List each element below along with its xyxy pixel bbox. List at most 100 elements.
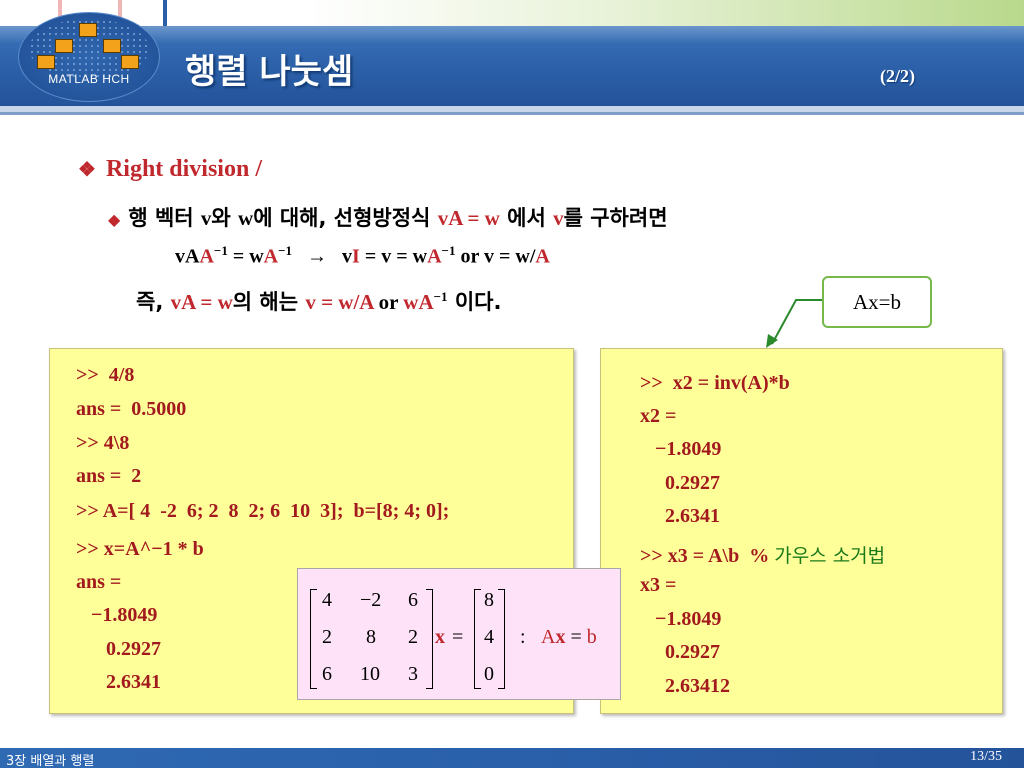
code-line: >> x=A^−1 * b: [76, 538, 204, 560]
slide-title: 행렬 나눗셈: [185, 52, 354, 92]
math-part: or v = w/: [455, 245, 536, 268]
diamond-bullet-icon: ❖: [78, 159, 96, 181]
slide-footer: 3장 배열과 행렬 13/35: [0, 748, 1024, 769]
conclusion-line: 즉, vA = w의 해는 v = w/A or wA−1 이다.: [136, 286, 501, 316]
main-bullet: ❖ Right division /: [78, 156, 262, 183]
superscript: −1: [213, 243, 228, 258]
matrix-cell: 8: [366, 626, 376, 648]
code-line: ans = 2: [76, 465, 142, 487]
matrix-bracket-right: [426, 589, 433, 689]
conclusion-text: 의 해는: [232, 290, 306, 314]
x-vector-label: x: [435, 626, 445, 648]
matlab-logo: MATLAB HCH: [18, 12, 160, 102]
var-v: v: [200, 206, 212, 230]
math-part: A: [427, 245, 442, 268]
main-bullet-text: Right division /: [105, 156, 262, 182]
sub-bullet-text: 를 구하려면: [563, 206, 668, 230]
code-line: 2.6341: [640, 505, 720, 527]
conclusion-text: or: [373, 290, 404, 314]
axb-b: b: [586, 626, 597, 648]
code-line: −1.8049: [640, 438, 722, 460]
conclusion-text: 이다.: [447, 290, 502, 314]
math-part: = v = w: [359, 245, 428, 268]
vector-bracket-right: [498, 589, 505, 689]
code-line: x3 =: [640, 574, 677, 596]
code-line: 0.2927: [640, 641, 720, 663]
code-line: −1.8049: [640, 608, 722, 630]
code-line: >> x3 = A\b % 가우스 소거법: [640, 541, 885, 568]
code-line: 0.2927: [76, 638, 161, 660]
logo-text: MATLAB HCH: [48, 72, 130, 86]
matrix-cell: 10: [360, 663, 380, 685]
axb-A: A: [541, 626, 556, 648]
axb-expression: Ax = b: [541, 626, 597, 649]
superscript: −1: [441, 243, 456, 258]
top-decoration-strip: [0, 0, 1024, 26]
matrix-cell: 2: [322, 626, 332, 648]
matrix-cell: 6: [408, 589, 418, 611]
code-line: >> x2 = inv(A)*b: [640, 372, 790, 394]
equation: wA: [403, 290, 434, 314]
math-part: vA: [175, 245, 200, 268]
conclusion-text: 즉,: [136, 290, 171, 314]
vector-cell: 0: [484, 663, 494, 685]
axb-eq: =: [565, 626, 587, 648]
diamond-icon: ◆: [108, 210, 121, 229]
math-part: A: [535, 245, 550, 268]
vector-cell: 4: [484, 626, 494, 648]
sub-bullet-text: 와: [211, 206, 239, 230]
math-part: A: [263, 245, 279, 268]
superscript: −1: [278, 243, 293, 258]
math-part: → v: [292, 245, 353, 268]
code-line: 2.63412: [640, 675, 730, 697]
math-part: A: [199, 245, 214, 268]
callout-arrow-line: [771, 299, 822, 345]
sub-bullet: ◆ 행 벡터 v와 w에 대해, 선형방정식 vA = w 에서 v를 구하려면: [108, 202, 668, 232]
matrix-bracket-left: [310, 589, 317, 689]
logo-block: [103, 39, 121, 53]
logo-block: [79, 23, 97, 37]
code-line: 0.2927: [640, 472, 720, 494]
code-line: >> 4\8: [76, 432, 130, 454]
math-part: = w: [227, 245, 264, 268]
sub-bullet-text: 에 대해, 선형방정식: [253, 206, 438, 230]
superscript: −1: [433, 289, 448, 304]
equation: v = w/A: [305, 290, 374, 314]
footer-page-number: 13/35: [970, 749, 1002, 764]
code-line: >> A=[ 4 -2 6; 2 8 2; 6 10 3]; b=[8; 4; …: [76, 500, 450, 522]
logo-block: [37, 55, 55, 69]
math-part: I: [352, 245, 360, 268]
code-line: 2.6341: [76, 671, 161, 693]
code-line: −1.8049: [76, 604, 158, 626]
equation: vA = w: [170, 290, 233, 314]
derivation-line: vAA−1 = wA−1 → vI = v = wA−1 or v = w/A: [175, 243, 550, 269]
matrix-cell: 2: [408, 626, 418, 648]
axb-x: x: [555, 626, 566, 648]
code-line: >> 4/8: [76, 364, 135, 386]
page-indicator: (2/2): [880, 66, 915, 86]
code-line: ans =: [76, 571, 122, 593]
footer-chapter: 3장 배열과 행렬: [6, 754, 95, 769]
logo-block: [55, 39, 73, 53]
matrix-equation-box: 4 −2 6 2 8 2 6 10 3 x = 8 4 0 : Ax = b: [297, 568, 621, 700]
equation: vA = w: [437, 206, 500, 230]
colon: :: [520, 626, 526, 648]
header-separator-line: [0, 112, 1024, 115]
matrix-cell: 3: [408, 663, 418, 685]
var-w: w: [238, 206, 254, 230]
sub-bullet-text: 행 벡터: [128, 206, 201, 230]
vector-cell: 8: [484, 589, 494, 611]
logo-block: [121, 55, 139, 69]
var-v: v: [553, 206, 564, 230]
matrix-cell: 4: [322, 589, 332, 611]
deco-bar: [163, 0, 167, 26]
code-line: ans = 0.5000: [76, 398, 187, 420]
callout-box: Ax=b: [822, 276, 932, 328]
sub-bullet-text: 에서: [499, 206, 554, 230]
code-line: x2 =: [640, 405, 677, 427]
equals-sign: =: [452, 626, 464, 648]
code-comment: 가우스 소거법: [774, 545, 886, 567]
matrix-cell: −2: [360, 589, 382, 611]
vector-bracket-left: [474, 589, 481, 689]
code-command: >> x3 = A\b %: [640, 545, 775, 567]
